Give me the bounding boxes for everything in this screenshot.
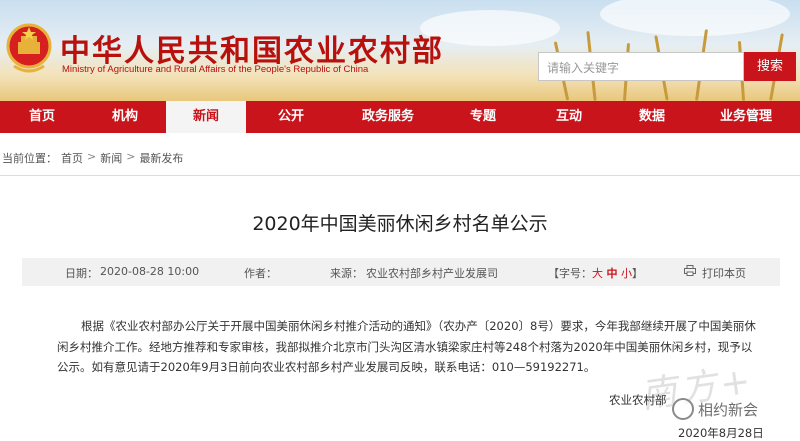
site-subtitle: Ministry of Agriculture and Rural Affair… bbox=[62, 64, 369, 75]
print-icon[interactable] bbox=[684, 265, 696, 278]
font-size-label: 【字号： bbox=[548, 267, 592, 280]
article-meta-bar: 日期： 2020-08-28 10:00 作者： 来源： 农业农村部乡村产业发展… bbox=[22, 258, 780, 286]
breadcrumb-prefix: 当前位置： bbox=[2, 152, 57, 165]
nav-item-home[interactable]: 首页 bbox=[0, 101, 84, 133]
font-size-large[interactable]: 大 bbox=[592, 267, 603, 280]
nav-item-news[interactable]: 新闻 bbox=[166, 101, 246, 133]
breadcrumb-item-news[interactable]: 新闻 bbox=[100, 150, 122, 166]
watermark-circle-icon bbox=[672, 398, 694, 420]
author-label: 作者： bbox=[244, 267, 277, 280]
source-label: 来源： bbox=[330, 267, 363, 280]
article-container: 2020年中国美丽休闲乡村名单公示 日期： 2020-08-28 10:00 作… bbox=[0, 175, 800, 441]
article-sign-date: 2020年8月28日 bbox=[678, 426, 764, 440]
national-emblem-icon bbox=[6, 23, 52, 73]
article-title: 2020年中国美丽休闲乡村名单公示 bbox=[252, 213, 548, 235]
font-size-small[interactable]: 小 bbox=[621, 267, 632, 280]
main-nav: 首页 机构 新闻 公开 政务服务 专题 互动 数据 业务管理 bbox=[0, 101, 800, 133]
watermark-logo-text: 相约新会 bbox=[698, 400, 759, 419]
nav-item-interaction[interactable]: 互动 bbox=[526, 101, 612, 133]
nav-item-institutions[interactable]: 机构 bbox=[84, 101, 166, 133]
article-sign-organization: 农业农村部 bbox=[609, 393, 667, 407]
breadcrumb-separator: > bbox=[87, 150, 97, 163]
search-input[interactable]: 请输入关键字 bbox=[538, 52, 744, 81]
font-size-medium[interactable]: 中 bbox=[607, 267, 618, 280]
font-size-end: 】 bbox=[632, 267, 643, 280]
breadcrumb-item-home[interactable]: 首页 bbox=[61, 150, 83, 166]
font-size-control: 【字号：大 中 小】 bbox=[548, 265, 643, 281]
breadcrumb-separator: > bbox=[126, 150, 136, 163]
search-button[interactable]: 搜索 bbox=[744, 52, 796, 81]
breadcrumb: 当前位置： 首页 > 新闻 > 最新发布 bbox=[2, 150, 183, 166]
site-header: 中华人民共和国农业农村部 Ministry of Agriculture and… bbox=[0, 0, 800, 101]
nav-item-public[interactable]: 公开 bbox=[246, 101, 336, 133]
nav-item-government-services[interactable]: 政务服务 bbox=[336, 101, 440, 133]
article-source: 农业农村部乡村产业发展司 bbox=[366, 267, 498, 280]
print-button[interactable]: 打印本页 bbox=[702, 265, 746, 281]
article-date: 2020-08-28 10:00 bbox=[100, 265, 200, 278]
date-label: 日期： bbox=[65, 267, 98, 280]
breadcrumb-item-latest[interactable]: 最新发布 bbox=[139, 150, 183, 166]
nav-item-data[interactable]: 数据 bbox=[612, 101, 692, 133]
nav-item-business-management[interactable]: 业务管理 bbox=[692, 101, 800, 133]
watermark-logo: 相约新会 bbox=[672, 398, 758, 420]
nav-item-topics[interactable]: 专题 bbox=[440, 101, 526, 133]
